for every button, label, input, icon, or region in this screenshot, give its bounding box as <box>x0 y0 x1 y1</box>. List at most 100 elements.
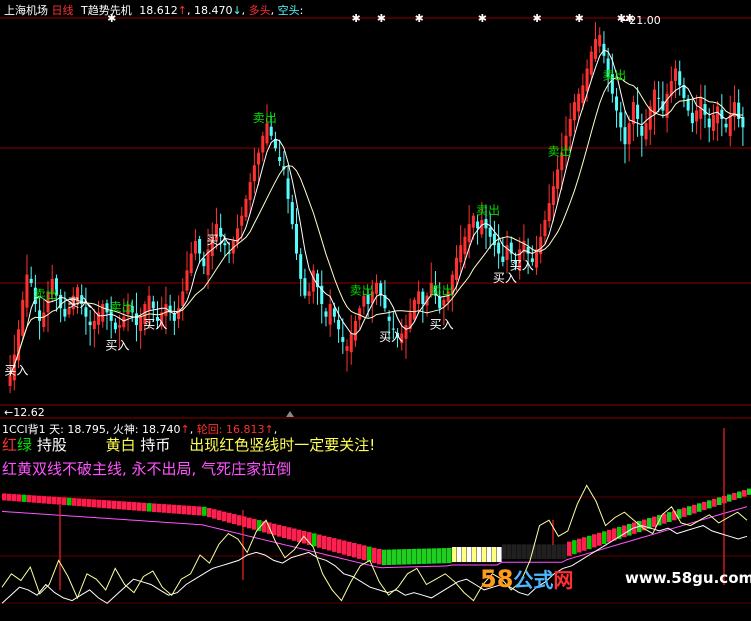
band-bar <box>62 497 67 506</box>
candle-body <box>615 96 619 111</box>
band-bar <box>587 535 592 550</box>
band-bar <box>7 493 12 501</box>
buy-signal-label: 买入 <box>430 317 454 331</box>
band-bar <box>317 534 322 548</box>
band-bar <box>742 490 747 497</box>
price-high-label: ←21.00 <box>620 14 661 27</box>
band-bar <box>567 541 572 556</box>
band-bar <box>452 547 457 563</box>
band-bar <box>287 527 292 540</box>
band-bar <box>487 547 492 563</box>
band-bar <box>492 547 497 563</box>
value2: 18.470 <box>193 4 233 17</box>
band-bar <box>727 494 732 502</box>
candle-body <box>202 258 206 267</box>
band-bar <box>467 547 472 563</box>
candle-body <box>488 227 492 237</box>
band-bar <box>412 548 417 565</box>
candle-body <box>593 39 598 59</box>
candle-body <box>673 68 678 81</box>
band-bar <box>237 515 242 526</box>
band-bar <box>542 544 547 559</box>
band-bar <box>22 494 27 502</box>
candle-body <box>644 123 648 140</box>
candle-body <box>404 325 408 339</box>
candle-body <box>307 291 311 296</box>
candle-body <box>556 169 560 189</box>
candle-body <box>471 215 475 228</box>
band-bar <box>522 544 527 559</box>
candle-body <box>105 303 109 313</box>
band-bar <box>512 544 517 559</box>
band-bar <box>747 488 751 495</box>
candle-body <box>198 238 202 254</box>
band-bar <box>462 547 467 563</box>
sell-signal-label: 卖出 <box>110 300 134 314</box>
candle-body <box>164 304 168 316</box>
band-bar <box>172 504 177 514</box>
candle-body <box>88 321 92 326</box>
hong-label: 红 <box>2 436 18 454</box>
band-bar <box>207 508 212 518</box>
candle-body <box>690 112 694 124</box>
candle-body <box>25 274 29 308</box>
band-bar <box>337 539 342 554</box>
band-bar <box>47 496 52 504</box>
band-bar <box>92 499 97 508</box>
band-bar <box>52 496 57 505</box>
cross-signal-icon: ✱ <box>533 12 542 25</box>
band-bar <box>332 538 337 552</box>
candle-body <box>101 304 105 322</box>
band-bar <box>177 505 182 514</box>
buy-signal-label: 买入 <box>67 296 91 310</box>
candle-body <box>438 296 442 309</box>
band-bar <box>157 503 162 513</box>
buy-signal-label: 买入 <box>4 364 28 378</box>
candle-body <box>581 85 585 104</box>
band-bar <box>162 504 167 513</box>
candle-body <box>151 301 155 309</box>
candle-body <box>619 112 623 128</box>
candle-body <box>682 85 686 98</box>
candle-body <box>577 93 581 112</box>
band-bar <box>472 547 477 563</box>
band-bar <box>327 536 332 551</box>
band-bar <box>12 494 17 502</box>
candle-body <box>572 102 576 121</box>
candle-body <box>636 104 640 119</box>
candle-body <box>657 97 661 99</box>
candle-body <box>598 34 602 47</box>
band-bar <box>227 512 232 523</box>
band-bar <box>112 500 117 509</box>
band-bar <box>57 497 62 505</box>
band-bar <box>667 512 672 522</box>
buy-signal-label: 买入 <box>510 258 534 272</box>
band-bar <box>407 549 412 565</box>
candle-body <box>741 117 745 128</box>
candle-body <box>543 219 547 237</box>
band-bar <box>737 491 742 499</box>
cross-signal-icon: ✱ <box>377 12 386 25</box>
candle-body <box>412 299 416 320</box>
band-bar <box>362 545 367 561</box>
band-bar <box>557 544 562 559</box>
buy-signal-label: 买入 <box>493 271 517 285</box>
band-bar <box>477 547 482 563</box>
candle-body <box>240 215 244 226</box>
watermark-url: www.58gu.com <box>625 569 751 587</box>
candle-body <box>42 312 46 328</box>
candle-body <box>467 224 471 242</box>
band-bar <box>342 540 347 555</box>
band-bar <box>277 524 282 537</box>
period-label: 日线 <box>51 4 74 17</box>
band-bar <box>392 549 397 565</box>
band-bar <box>442 548 447 564</box>
candle-body <box>421 291 425 305</box>
candle-body <box>337 319 341 330</box>
band-bar <box>497 547 502 563</box>
band-bar <box>387 549 392 565</box>
candle-body <box>278 156 282 162</box>
band-bar <box>517 544 522 559</box>
candle-body <box>328 304 332 325</box>
candle-body <box>345 346 349 351</box>
